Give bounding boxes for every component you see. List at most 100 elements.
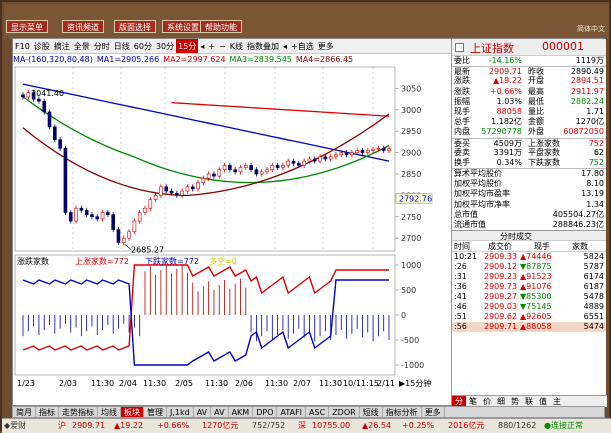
kline-chart[interactable]: 305030002950290028502800275027003041.402… xyxy=(13,39,451,407)
indicator-tab-5[interactable]: 管理 xyxy=(144,407,167,417)
trade-price: 2909.23 xyxy=(484,272,518,282)
trade-column-header[interactable]: 现手 xyxy=(534,241,550,252)
toolbar-item-0[interactable]: F10 xyxy=(13,39,32,53)
trade-row: :51 2909.62 ▲92605 6551 xyxy=(452,312,606,322)
language-label[interactable]: 简体中文 xyxy=(577,24,605,34)
trade-row: :31 2909.23 ▲91523 6174 xyxy=(452,272,606,282)
toolbar-item-1[interactable]: 诊股 xyxy=(32,39,52,53)
trade-count: 5478 xyxy=(583,292,604,302)
quote-value: 60872050 xyxy=(563,127,604,137)
quote-row: 最新 2909.71 昨收 2890.49 xyxy=(452,66,606,76)
quote-label: 最低 xyxy=(528,96,544,106)
trade-column-header[interactable]: 时间 xyxy=(454,241,470,252)
candle-body xyxy=(42,100,47,113)
trade-volume: ▲91523 xyxy=(520,272,552,282)
trade-row: :41 2909.27 ▼85300 5478 xyxy=(452,292,606,302)
indicator-tab-15[interactable]: 指标分析 xyxy=(383,407,422,417)
trade-time: :36 xyxy=(454,282,467,292)
market-label: 加权平均市净率 xyxy=(454,199,510,209)
candle-body xyxy=(286,160,291,166)
toolbar-item-2[interactable]: 摘注 xyxy=(52,39,72,53)
trade-column-header[interactable]: 成交价 xyxy=(488,241,512,252)
trade-time: :31 xyxy=(454,272,467,282)
indicator-tab-2[interactable]: 走势指标 xyxy=(59,407,98,417)
indicator-tab-11[interactable]: ATAFI xyxy=(277,407,307,417)
price-tick-label: 2750 xyxy=(401,213,421,222)
quote-value: 1270亿 xyxy=(575,117,604,127)
quote-value: 2911.97 xyxy=(570,86,604,96)
date-tick-label: 11:30 xyxy=(143,379,166,388)
menu-settings-button[interactable]: 系统设置 xyxy=(162,20,204,33)
indicator-tab-10[interactable]: DPO xyxy=(253,407,278,417)
menu-news-button[interactable]: 资讯频道 xyxy=(62,20,104,33)
market-row: 流通市值 288846.23亿 xyxy=(452,220,606,230)
quote-value: 1.71 xyxy=(586,106,604,116)
breadth-tick-label: -500 xyxy=(401,336,419,345)
menu-show-button[interactable]: 显示菜单 xyxy=(6,20,48,33)
quote-value: ▲19.22 xyxy=(492,76,522,86)
date-tick-label: 2/11 xyxy=(377,379,395,388)
candle-body xyxy=(121,237,126,243)
trade-row: :56 2909.71 ▲88058 5474 xyxy=(452,322,606,333)
quote-label: 涨跌 xyxy=(454,86,470,96)
menu-help-button[interactable]: 帮助功能 xyxy=(200,20,242,33)
indicator-tab-1[interactable]: 指标 xyxy=(36,407,59,417)
top-menu-bar: 显示菜单 资讯频道 版面选择 系统设置 帮助功能 简体中文 xyxy=(4,4,609,38)
indicator-tab-8[interactable]: AV xyxy=(211,407,229,417)
toolbar-item-13[interactable]: 指数叠加 xyxy=(245,39,281,53)
quote-label: 平盘家数 xyxy=(528,147,560,157)
indicator-tab-12[interactable]: ASC xyxy=(306,407,330,417)
toolbar-item-8[interactable]: 15分 xyxy=(176,39,199,53)
menu-layout-button[interactable]: 版面选择 xyxy=(114,20,156,33)
trade-count: 6551 xyxy=(583,312,604,322)
toolbar-item-10[interactable]: + xyxy=(206,39,217,53)
indicator-tab-7[interactable]: AV xyxy=(194,407,212,417)
candle-body xyxy=(376,148,381,150)
quote-value: 0.34% xyxy=(496,157,522,167)
indicator-tab-16[interactable]: 更多 xyxy=(422,407,445,417)
toolbar-item-16[interactable]: 更多 xyxy=(316,39,336,53)
toolbar-item-5[interactable]: 日线 xyxy=(112,39,132,53)
quote-row: 委比 -14.16% 1119万 xyxy=(452,56,606,66)
trade-price: 2909.33 xyxy=(484,252,518,262)
date-tick-label: 2/07 xyxy=(293,379,311,388)
toolbar-item-12[interactable]: K线 xyxy=(228,39,245,53)
toolbar-item-6[interactable]: 60分 xyxy=(132,39,154,53)
toolbar-item-4[interactable]: 分时 xyxy=(92,39,112,53)
toolbar-item-15[interactable]: +自选 xyxy=(289,39,316,53)
candle-body xyxy=(243,165,248,168)
toolbar-item-3[interactable]: 全景 xyxy=(72,39,92,53)
panel-toggle-icon[interactable] xyxy=(455,43,464,52)
candle-body xyxy=(143,207,147,213)
indicator-tab-9[interactable]: AKM xyxy=(229,407,254,417)
indicator-tab-4[interactable]: 板块 xyxy=(121,407,144,417)
trade-price: 2909.03 xyxy=(484,302,518,312)
toolbar-item-9[interactable]: ◂ xyxy=(198,39,206,53)
trade-column-header[interactable]: 家数 xyxy=(572,241,588,252)
indicator-tab-13[interactable]: ZDOR xyxy=(329,407,360,417)
candle-body xyxy=(74,207,78,222)
indicator-tab-3[interactable]: 均线 xyxy=(98,407,121,417)
indicator-tab-14[interactable]: 短线 xyxy=(360,407,383,417)
candle-body xyxy=(116,229,121,243)
price-tick-label: 3000 xyxy=(401,106,421,115)
trade-count: 5474 xyxy=(583,322,604,332)
market-label: 总市值 xyxy=(454,209,478,219)
quote-label: 涨跌 xyxy=(454,76,470,86)
candle-body xyxy=(111,214,115,230)
toolbar-item-14[interactable]: ◂ xyxy=(281,39,289,53)
candle-body xyxy=(68,212,73,222)
breadth-title: 涨跌家数 xyxy=(17,256,49,266)
candle-body xyxy=(90,214,94,218)
market-value: 13.19 xyxy=(581,189,604,199)
trade-row: :26 2909.12 ▼87875 5787 xyxy=(452,262,606,272)
indicator-tab-6[interactable]: J,1kd xyxy=(167,407,194,417)
toolbar-item-11[interactable]: − xyxy=(217,39,228,53)
date-tick-label: 10/11:15 xyxy=(343,379,379,388)
breadth-tick-label: 0 xyxy=(401,311,406,320)
indicator-tab-0[interactable]: 简月 xyxy=(13,407,36,417)
candle-body xyxy=(371,148,375,151)
trade-count: 6174 xyxy=(583,272,604,282)
chart-window: 305030002950290028502800275027003041.402… xyxy=(12,38,607,408)
toolbar-item-7[interactable]: 30分 xyxy=(154,39,176,53)
